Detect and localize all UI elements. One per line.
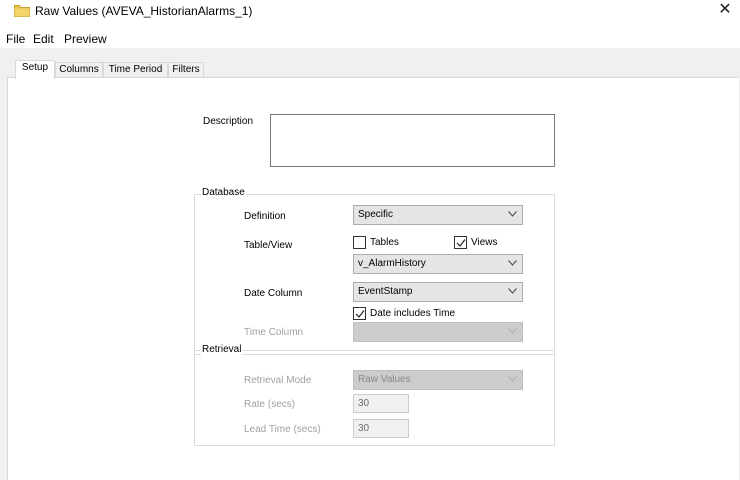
chevron-down-icon (508, 288, 517, 294)
date-column-label: Date Column (244, 288, 303, 299)
tab-time-period[interactable]: Time Period (103, 62, 168, 78)
lead-time-label: Lead Time (secs) (244, 424, 321, 435)
table-view-dropdown[interactable]: v_AlarmHistory (353, 254, 523, 274)
views-checkbox-box[interactable] (454, 236, 467, 249)
date-column-value: EventStamp (358, 286, 413, 297)
time-column-label: Time Column (244, 327, 304, 338)
menu-edit[interactable]: Edit (33, 32, 54, 46)
tables-checkbox-label: Tables (370, 237, 399, 248)
chevron-down-icon (508, 328, 517, 334)
menu-file[interactable]: File (6, 32, 25, 46)
retrieval-separator (256, 350, 555, 351)
close-icon[interactable]: ✕ (710, 0, 740, 22)
date-includes-time-checkbox[interactable]: Date includes Time (353, 307, 473, 321)
date-column-dropdown[interactable]: EventStamp (353, 282, 523, 302)
folder-icon (14, 4, 30, 17)
views-checkbox-label: Views (471, 237, 498, 248)
date-includes-time-checkbox-box[interactable] (353, 307, 366, 320)
tables-checkbox-box[interactable] (353, 236, 366, 249)
description-label: Description (203, 116, 254, 127)
chevron-down-icon (508, 376, 517, 382)
table-view-label: Table/View (244, 240, 293, 251)
tab-container: Setup Columns Time Period Filters Descri… (0, 48, 740, 480)
definition-label: Definition (244, 211, 286, 222)
rate-field[interactable]: 30 (353, 394, 409, 413)
views-checkbox[interactable]: Views (454, 236, 524, 250)
chevron-down-icon (508, 211, 517, 217)
time-column-dropdown[interactable] (353, 322, 523, 342)
retrieval-mode-dropdown[interactable]: Raw Values (353, 370, 523, 390)
chevron-down-icon (508, 260, 517, 266)
window-title: Raw Values (AVEVA_HistorianAlarms_1) (35, 4, 253, 18)
tab-columns[interactable]: Columns (55, 62, 103, 78)
retrieval-group-title: Retrieval (201, 344, 243, 355)
title-bar: Raw Values (AVEVA_HistorianAlarms_1) ✕ (0, 0, 740, 28)
rate-label: Rate (secs) (244, 399, 296, 410)
database-group-title: Database (201, 187, 246, 198)
setup-panel: Description Database Definition Specific… (7, 77, 739, 480)
definition-dropdown[interactable]: Specific (353, 205, 523, 225)
tab-filters[interactable]: Filters (168, 62, 204, 78)
tables-checkbox[interactable]: Tables (353, 236, 433, 250)
tab-setup[interactable]: Setup (15, 60, 55, 79)
checkmark-icon (355, 310, 365, 318)
table-view-value: v_AlarmHistory (358, 258, 426, 269)
checkmark-icon (456, 239, 466, 247)
retrieval-mode-value: Raw Values (358, 374, 411, 385)
definition-value: Specific (358, 209, 394, 220)
retrieval-mode-label: Retrieval Mode (244, 375, 312, 386)
date-includes-time-label: Date includes Time (370, 308, 456, 319)
description-field[interactable] (270, 114, 555, 167)
menu-preview[interactable]: Preview (64, 32, 107, 46)
lead-time-field[interactable]: 30 (353, 419, 409, 438)
